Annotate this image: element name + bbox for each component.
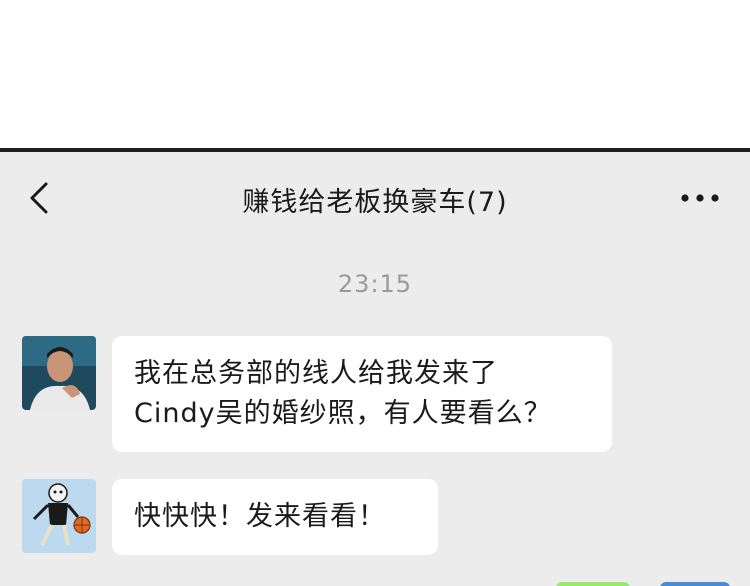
self-message-bubble-edge [556,582,630,586]
man-portrait-avatar-icon [22,336,96,410]
cartoon-basketball-avatar-icon [22,479,96,553]
chat-header: 赚钱给老板换豪车(7) [0,152,750,242]
message-bubble[interactable]: 快快快！发来看看！ [112,479,438,555]
message-text-line: 快快快！发来看看！ [134,501,386,532]
message-text-line: 我在总务部的线人给我发来了 [134,358,498,389]
avatar-edge [660,582,730,586]
chat-title: 赚钱给老板换豪车(7) [242,187,508,218]
avatar[interactable] [22,479,96,553]
avatar[interactable] [22,336,96,410]
chat-screen: 赚钱给老板换豪车(7) 23:15 我在总务部的线人给我发来了 Cindy吴的婚… [0,152,750,586]
message-bubble[interactable]: 我在总务部的线人给我发来了 Cindy吴的婚纱照，有人要看么？ [112,336,612,452]
blank-area [0,0,750,150]
message-text-line: Cindy吴的婚纱照，有人要看么？ [134,398,552,429]
more-dots-icon[interactable] [678,190,722,206]
comic-panel: 赚钱给老板换豪车(7) 23:15 我在总务部的线人给我发来了 Cindy吴的婚… [0,0,750,586]
message-timestamp: 23:15 [337,270,413,298]
